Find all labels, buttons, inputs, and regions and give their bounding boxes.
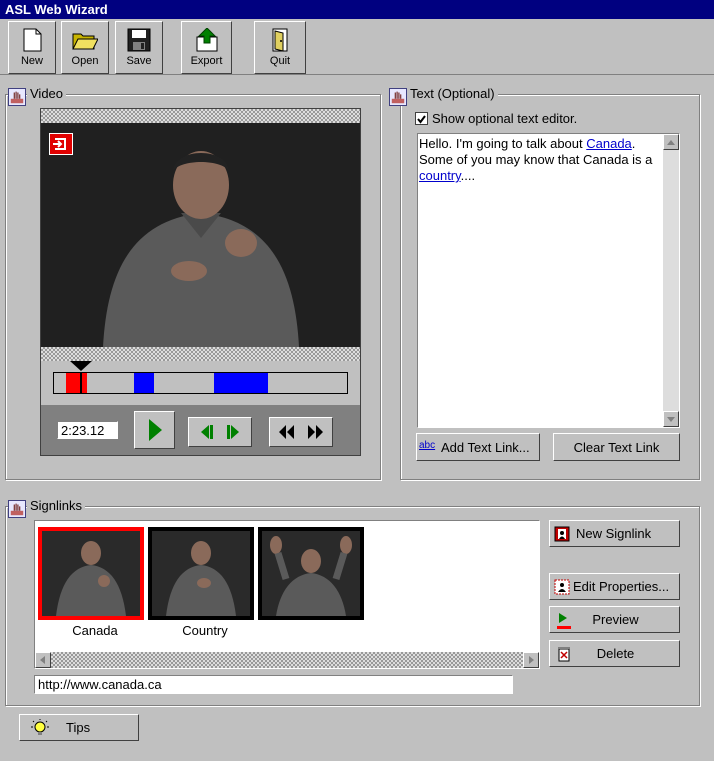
edit-properties-button[interactable]: Edit Properties... [549,573,680,600]
video-screen[interactable] [41,123,360,347]
new-signlink-button[interactable]: New Signlink [549,520,680,547]
new-label: New [20,55,43,67]
save-button[interactable]: Save [115,21,163,74]
text-segment: Hello. I'm going to talk about [419,136,587,151]
signlink-thumb-canada[interactable] [38,527,144,620]
rewind-icon[interactable] [271,419,301,445]
delete-label: Delete [596,646,635,661]
play-button[interactable] [134,411,175,449]
window-title: ASL Web Wizard [0,0,714,19]
save-label: Save [126,55,152,67]
text-editor-content: Hello. I'm going to talk about Canada. S… [419,136,662,184]
signlink-url-field[interactable]: http://www.canada.ca [34,675,513,694]
video-hand-icon [8,88,26,106]
tips-button[interactable]: Tips [19,714,139,741]
video-group-label: Video [27,86,67,101]
timeline-segment-selected[interactable] [66,373,87,393]
signlink-thumbnail [262,531,360,616]
step-back-icon[interactable] [190,419,220,445]
signlinks-scrollbar[interactable] [35,652,539,668]
add-text-link-button[interactable]: abc Add Text Link... [416,433,540,461]
signlinks-list: Canada Country [34,520,540,669]
arrow-up-icon [667,140,675,145]
seek-buttons [269,417,333,447]
toolbar: New Open Save Export Quit [0,19,714,75]
delete-button[interactable]: Delete [549,640,680,667]
video-bottom-strip [41,347,360,361]
scroll-left-button[interactable] [35,652,51,668]
open-folder-icon [72,33,98,50]
quit-button[interactable]: Quit [254,21,306,74]
new-signlink-icon [554,526,570,542]
arrow-right-icon [529,656,534,664]
clear-text-link-label: Clear Text Link [573,440,660,455]
open-button[interactable]: Open [61,21,109,74]
clear-text-link-button[interactable]: Clear Text Link [553,433,680,461]
timeline-segment[interactable] [214,373,268,393]
signlink-thumb-3[interactable] [258,527,364,620]
abc-link-icon: abc [419,440,436,451]
preview-button[interactable]: Preview [549,606,680,633]
timeline-cursor [80,373,82,393]
arrow-down-icon [667,417,675,422]
text-link-country[interactable]: country [419,168,461,183]
edit-properties-icon [554,579,570,595]
show-text-editor-label: Show optional text editor. [432,111,578,126]
scroll-down-button[interactable] [663,411,679,427]
show-text-editor-checkbox[interactable] [415,112,428,125]
text-hand-icon [389,88,407,106]
text-segment: .... [460,168,476,183]
text-editor-scrollbar[interactable] [663,134,679,427]
fast-forward-icon[interactable] [301,419,331,445]
tips-label: Tips [66,720,91,735]
signlink-label-canada: Canada [72,623,118,638]
timeline-track[interactable] [53,372,348,394]
text-editor[interactable]: Hello. I'm going to talk about Canada. S… [417,133,680,428]
lightbulb-icon [31,719,49,735]
open-label: Open [71,55,99,67]
step-forward-icon[interactable] [220,419,250,445]
preview-label: Preview [592,612,639,627]
play-icon [149,419,162,441]
new-document-icon [23,28,42,52]
export-label: Export [190,55,223,67]
video-controls: 2:23.12 [41,405,360,455]
new-button[interactable]: New [8,21,56,74]
add-text-link-label: Add Text Link... [441,440,530,455]
signlink-thumbnail [42,531,140,616]
playhead-marker-icon[interactable] [70,361,92,371]
signlink-label-country: Country [182,623,228,638]
floppy-disk-icon [127,28,151,52]
signer-video-frame [41,123,360,347]
timeline-area [41,361,360,405]
new-signlink-label: New Signlink [576,526,652,541]
text-group-label: Text (Optional) [407,86,498,101]
text-link-canada[interactable]: Canada [586,136,632,151]
timeline-segment[interactable] [134,373,154,393]
signlink-thumbnail [152,531,250,616]
quit-label: Quit [269,55,291,67]
export-icon [196,28,217,52]
edit-properties-label: Edit Properties... [573,579,670,594]
arrow-left-icon [40,656,45,664]
signlinks-group-label: Signlinks [27,498,86,513]
timecode-field[interactable]: 2:23.12 [57,421,118,439]
door-exit-icon [272,28,288,52]
checkmark-icon [417,115,426,124]
video-player: 2:23.12 [40,108,361,456]
scroll-up-button[interactable] [663,134,679,150]
signlink-thumb-country[interactable] [148,527,254,620]
signlinks-hand-icon [8,500,26,518]
scroll-right-button[interactable] [523,652,539,668]
export-button[interactable]: Export [181,21,232,74]
step-frame-buttons [188,417,252,447]
exit-fullscreen-icon[interactable] [49,133,73,155]
video-top-strip [41,109,360,123]
